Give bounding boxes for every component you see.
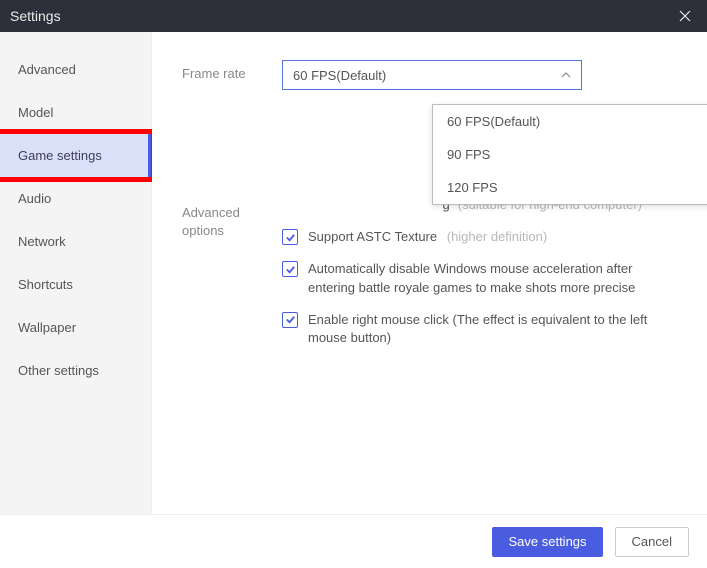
checkbox-right-click[interactable] [282, 312, 298, 328]
advanced-options-list: g (suitable for high-end computer) Suppo… [282, 200, 687, 347]
option-astc-hint: (higher definition) [447, 229, 547, 244]
sidebar-item-game-settings[interactable]: Game settings [0, 134, 151, 177]
window-title: Settings [10, 8, 61, 24]
checkbox-mouse-accel[interactable] [282, 261, 298, 277]
option-astc: Support ASTC Texture (higher definition) [282, 228, 687, 246]
sidebar-item-advanced[interactable]: Advanced [0, 48, 151, 91]
chevron-up-icon [561, 70, 571, 81]
titlebar: Settings [0, 0, 707, 32]
option-right-click-label: Enable right mouse click (The effect is … [308, 311, 668, 347]
frame-rate-label: Frame rate [182, 60, 282, 81]
cancel-button[interactable]: Cancel [615, 527, 689, 557]
window-body: Advanced Model Game settings Audio Netwo… [0, 32, 707, 514]
sidebar-item-network[interactable]: Network [0, 220, 151, 263]
option-right-click: Enable right mouse click (The effect is … [282, 311, 687, 347]
save-button[interactable]: Save settings [492, 527, 602, 557]
dropdown-item-60fps[interactable]: 60 FPS(Default) [433, 105, 707, 138]
settings-window: Settings Advanced Model Game settings Au… [0, 0, 707, 568]
dropdown-item-120fps[interactable]: 120 FPS [433, 171, 707, 204]
frame-rate-dropdown: 60 FPS(Default) 90 FPS 120 FPS [432, 104, 707, 205]
sidebar-item-label: Shortcuts [18, 277, 73, 292]
checkbox-astc[interactable] [282, 229, 298, 245]
option-mouse-accel: Automatically disable Windows mouse acce… [282, 260, 687, 296]
sidebar-item-label: Game settings [18, 148, 102, 163]
sidebar-item-audio[interactable]: Audio [0, 177, 151, 220]
main-panel: Frame rate 60 FPS(Default) 60 FPS(Defaul… [152, 32, 707, 514]
row-frame-rate: Frame rate 60 FPS(Default) [182, 60, 687, 90]
sidebar-item-label: Audio [18, 191, 51, 206]
sidebar-item-label: Model [18, 105, 53, 120]
row-advanced-options: Advanced options g (suitable for high-en… [182, 200, 687, 347]
sidebar-item-label: Other settings [18, 363, 99, 378]
footer: Save settings Cancel [0, 514, 707, 568]
sidebar-item-model[interactable]: Model [0, 91, 151, 134]
frame-rate-value: 60 FPS(Default) [293, 68, 386, 83]
sidebar-item-shortcuts[interactable]: Shortcuts [0, 263, 151, 306]
advanced-options-label: Advanced options [182, 200, 282, 239]
sidebar-item-label: Wallpaper [18, 320, 76, 335]
dropdown-item-90fps[interactable]: 90 FPS [433, 138, 707, 171]
sidebar-item-label: Advanced [18, 62, 76, 77]
sidebar-item-wallpaper[interactable]: Wallpaper [0, 306, 151, 349]
sidebar: Advanced Model Game settings Audio Netwo… [0, 32, 152, 514]
option-mouse-accel-label: Automatically disable Windows mouse acce… [308, 260, 668, 296]
option-astc-label: Support ASTC Texture [308, 229, 437, 244]
sidebar-item-label: Network [18, 234, 66, 249]
sidebar-item-other-settings[interactable]: Other settings [0, 349, 151, 392]
frame-rate-select[interactable]: 60 FPS(Default) [282, 60, 582, 90]
close-icon[interactable] [673, 4, 697, 28]
